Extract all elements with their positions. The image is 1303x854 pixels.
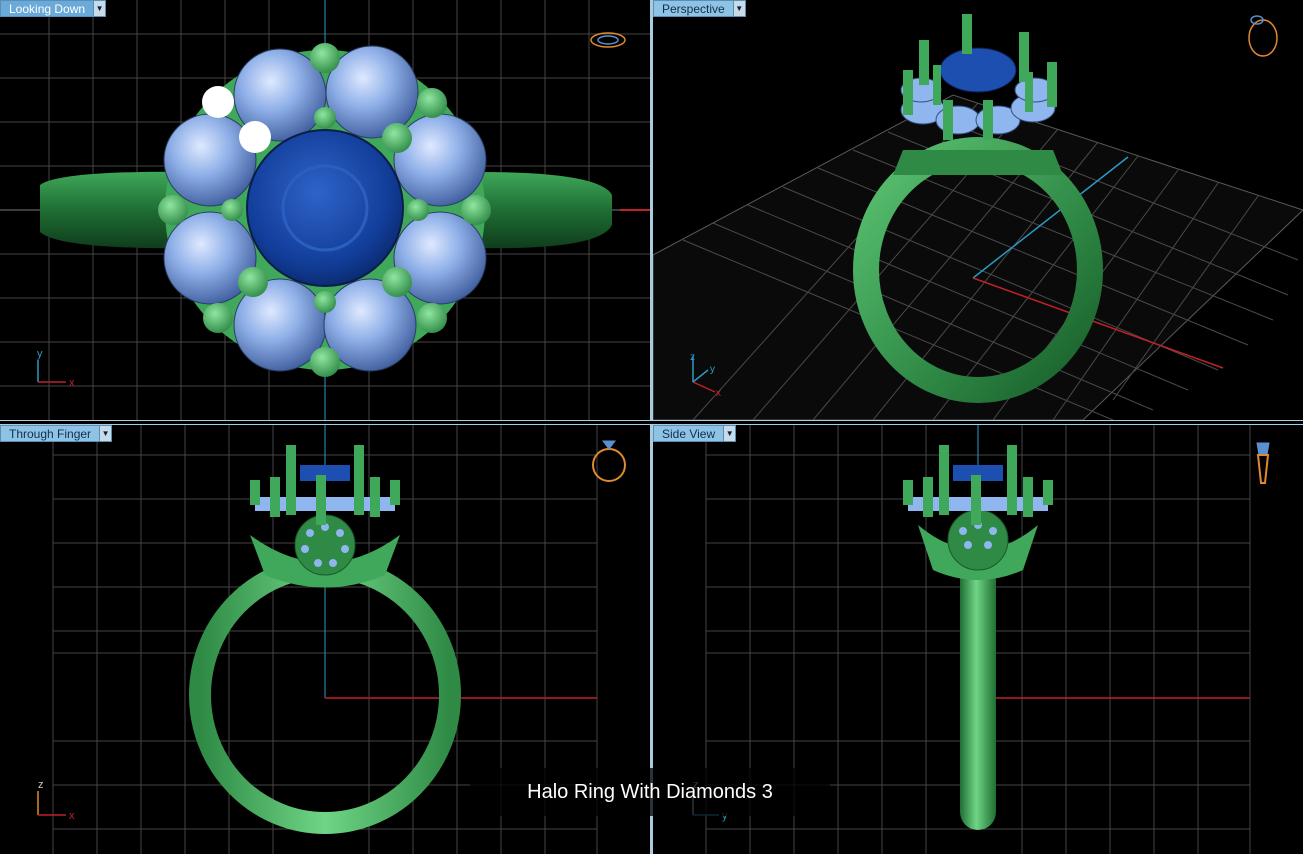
- viewport-tab-side-view[interactable]: Side View ▼: [653, 425, 737, 442]
- axis-label-x: x: [69, 810, 75, 822]
- product-caption: Halo Ring With Diamonds 3: [470, 768, 830, 816]
- dropdown-arrow-icon[interactable]: ▼: [723, 425, 737, 442]
- viewport-name: Side View: [653, 425, 724, 442]
- axis-label-x: x: [716, 388, 721, 399]
- ring-perspective-nav-icon: [1248, 15, 1278, 57]
- axis-label-x: x: [69, 377, 75, 389]
- viewport-name: Perspective: [653, 0, 733, 17]
- ring-top-nav-icon: [590, 32, 626, 48]
- viewport-perspective[interactable]: Perspective ▼ z y x: [653, 0, 1303, 420]
- axis-label-z: z: [38, 779, 44, 791]
- perspective-scene: z y x: [653, 14, 1303, 420]
- dropdown-arrow-icon[interactable]: ▼: [99, 425, 113, 442]
- ring-side-nav-icon: [1256, 442, 1270, 484]
- axis-label-y: y: [710, 364, 715, 375]
- viewport-looking-down[interactable]: Looking Down ▼ y x: [0, 0, 650, 420]
- viewport-tab-perspective[interactable]: Perspective ▼: [653, 0, 746, 17]
- viewport-divider-horizontal[interactable]: [0, 420, 1303, 425]
- ring-front-nav-icon: [592, 440, 626, 482]
- viewport-name: Through Finger: [0, 425, 100, 442]
- dropdown-arrow-icon[interactable]: ▼: [732, 0, 746, 17]
- axis-label-y: y: [37, 348, 43, 360]
- center-sapphire: [246, 129, 404, 287]
- top-view-scene: y x: [0, 0, 650, 420]
- viewport-name: Looking Down: [0, 0, 94, 17]
- sapphire: [939, 47, 1017, 93]
- axis-label-z: z: [690, 352, 695, 363]
- axis-triad: y x: [37, 348, 75, 389]
- dropdown-arrow-icon[interactable]: ▼: [93, 0, 107, 17]
- viewport-tab-looking-down[interactable]: Looking Down ▼: [0, 0, 107, 17]
- viewport-tab-through-finger[interactable]: Through Finger ▼: [0, 425, 113, 442]
